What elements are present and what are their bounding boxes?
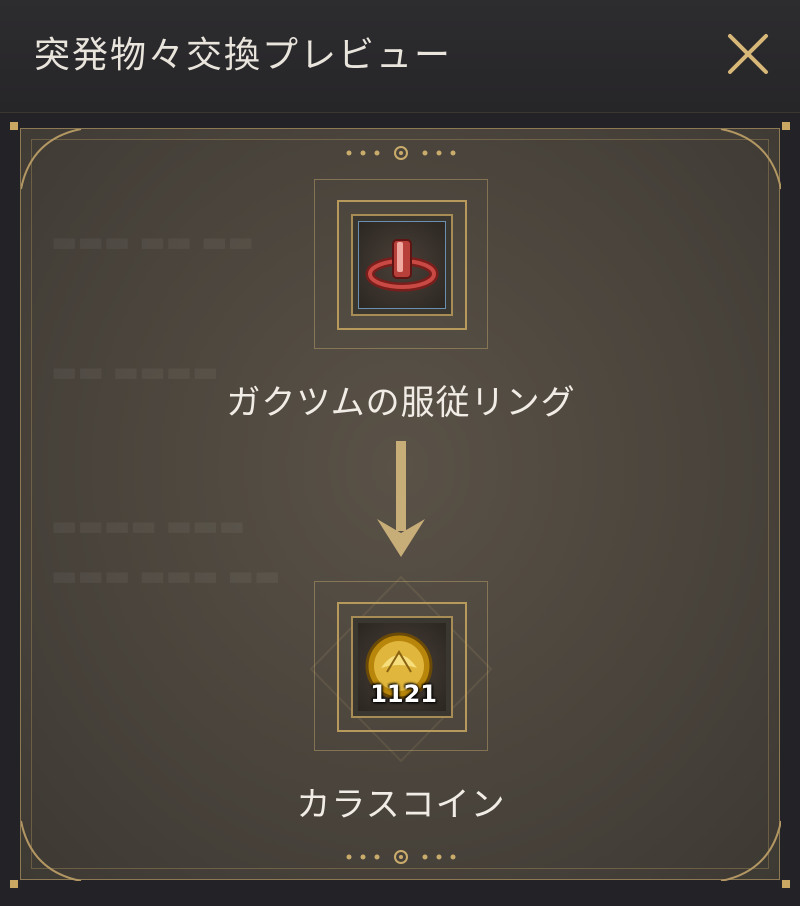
corner-ornament xyxy=(10,122,18,130)
slot-inner-frame xyxy=(351,214,453,316)
slot-frame: 1121 xyxy=(337,602,467,732)
corner-ornament xyxy=(782,880,790,888)
slot-frame xyxy=(337,200,467,330)
dialog-title: 突発物々交換プレビュー xyxy=(34,35,453,76)
result-item-name: カラスコイン xyxy=(296,785,506,825)
close-icon xyxy=(728,34,768,74)
title-bar: 突発物々交換プレビュー xyxy=(0,0,800,113)
ring-icon xyxy=(365,239,439,292)
corner-ornament xyxy=(782,122,790,130)
background-pattern: ▬▬▬ ▬▬ ▬▬ xyxy=(51,225,254,258)
background-pattern: ▬▬▬▬ ▬▬▬ xyxy=(51,509,246,542)
exchange-panel: ▬▬▬ ▬▬ ▬▬ ▬▬ ▬▬▬▬ ▬▬▬▬ ▬▬▬ ▬▬▬ ▬▬▬ ▬▬ ガク… xyxy=(20,128,781,881)
divider-dots xyxy=(346,850,456,864)
source-item-slot[interactable] xyxy=(314,179,488,349)
arrow-down-icon xyxy=(377,441,425,557)
exchange-preview-dialog: 突発物々交換プレビュー ▬▬▬ ▬▬ ▬▬ ▬▬ ▬▬▬▬ ▬▬▬▬ ▬▬▬ ▬… xyxy=(0,0,800,906)
close-button[interactable] xyxy=(722,28,774,80)
item-icon-frame xyxy=(358,221,446,309)
corner-ornament xyxy=(10,880,18,888)
item-icon-frame: 1121 xyxy=(358,623,446,711)
slot-inner-frame: 1121 xyxy=(351,616,453,718)
divider-dots xyxy=(346,146,456,160)
result-item-slot[interactable]: 1121 xyxy=(314,581,488,751)
source-item-name: ガクツムの服従リング xyxy=(226,383,576,423)
background-pattern: ▬▬▬ ▬▬▬ ▬▬ xyxy=(51,559,281,592)
item-quantity: 1121 xyxy=(370,680,437,708)
